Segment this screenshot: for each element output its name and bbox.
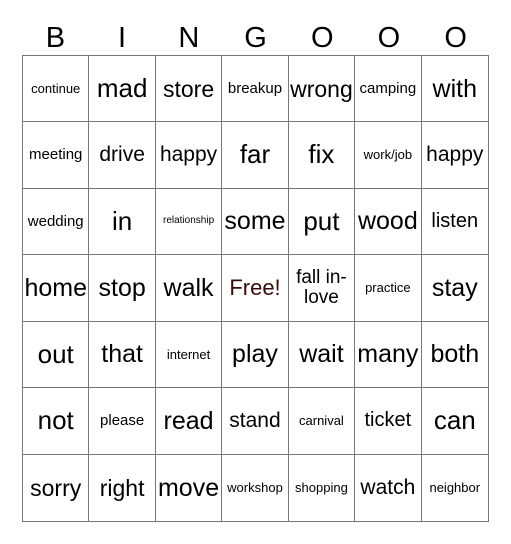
header-letter: O <box>377 22 401 54</box>
bingo-cell[interactable]: internet <box>155 321 223 389</box>
bingo-cell[interactable]: sorry <box>23 454 90 521</box>
header-letter: I <box>118 22 127 54</box>
bingo-cell[interactable]: happy <box>421 122 488 189</box>
bingo-cell[interactable]: work/job <box>355 122 422 189</box>
bingo-cell[interactable]: fix <box>288 122 356 189</box>
bingo-cell[interactable]: practice <box>355 255 422 322</box>
bingo-cell[interactable]: put <box>288 188 356 256</box>
bingo-cell[interactable]: that <box>89 321 156 389</box>
bingo-cell[interactable]: relationship <box>155 188 223 256</box>
bingo-cell[interactable]: please <box>89 388 156 455</box>
header-letter: O <box>310 22 334 54</box>
bingo-cell[interactable]: neighbor <box>422 455 488 521</box>
bingo-cell[interactable]: camping <box>355 56 422 123</box>
bingo-cell[interactable]: play <box>222 321 289 389</box>
bingo-header: BINGOOO <box>22 20 489 56</box>
bingo-cell[interactable]: workshop <box>222 454 289 521</box>
bingo-cell[interactable]: continue <box>23 56 90 123</box>
bingo-grid: continue mad store breakup wrong camping with m… <box>22 55 489 522</box>
bingo-cell[interactable]: some <box>222 188 289 256</box>
bingo-cell[interactable]: wrong <box>288 56 356 123</box>
bingo-cell[interactable]: out <box>23 321 90 389</box>
bingo-cell[interactable]: stop <box>89 255 156 322</box>
bingo-cell[interactable]: meeting <box>23 122 90 189</box>
header-letter: G <box>244 22 267 54</box>
bingo-cell[interactable]: stay <box>421 255 488 322</box>
bingo-cell[interactable]: both <box>421 322 488 389</box>
bingo-cell[interactable]: drive <box>89 122 156 189</box>
bingo-cell[interactable]: shopping <box>289 454 356 521</box>
bingo-cell[interactable]: happy <box>155 122 223 189</box>
bingo-cell[interactable]: with <box>421 56 488 123</box>
header-letter: O <box>444 22 467 54</box>
bingo-cell[interactable]: wedding <box>23 188 90 256</box>
bingo-cell[interactable]: far <box>222 122 289 189</box>
bingo-cell[interactable]: watch <box>355 454 422 521</box>
bingo-cell[interactable]: home <box>23 255 90 322</box>
bingo-cell[interactable]: right <box>89 454 156 521</box>
bingo-cell[interactable]: ticket <box>355 388 422 455</box>
bingo-cell[interactable]: fall in-love <box>288 255 356 322</box>
bingo-cell[interactable]: store <box>155 56 223 123</box>
header-letter: N <box>178 22 200 54</box>
bingo-cell[interactable]: breakup <box>222 56 289 123</box>
bingo-cell[interactable]: mad <box>89 56 156 123</box>
bingo-cell[interactable]: stand <box>222 388 289 455</box>
bingo-cell[interactable]: read <box>155 388 223 455</box>
bingo-cell[interactable]: not <box>23 388 90 455</box>
bingo-cell[interactable]: carnival <box>288 388 356 455</box>
bingo-cell[interactable]: listen <box>421 189 488 256</box>
bingo-cell[interactable]: in <box>89 188 156 256</box>
bingo-cell[interactable]: walk <box>155 255 223 322</box>
free-space-cell[interactable]: Free! <box>222 255 289 322</box>
header-letter: B <box>45 22 66 54</box>
bingo-cell[interactable]: wood <box>355 188 422 256</box>
bingo-cell[interactable]: many <box>355 321 422 389</box>
bingo-cell[interactable]: can <box>421 388 488 455</box>
bingo-cell[interactable]: move <box>156 454 223 521</box>
bingo-cell[interactable]: wait <box>288 321 356 389</box>
